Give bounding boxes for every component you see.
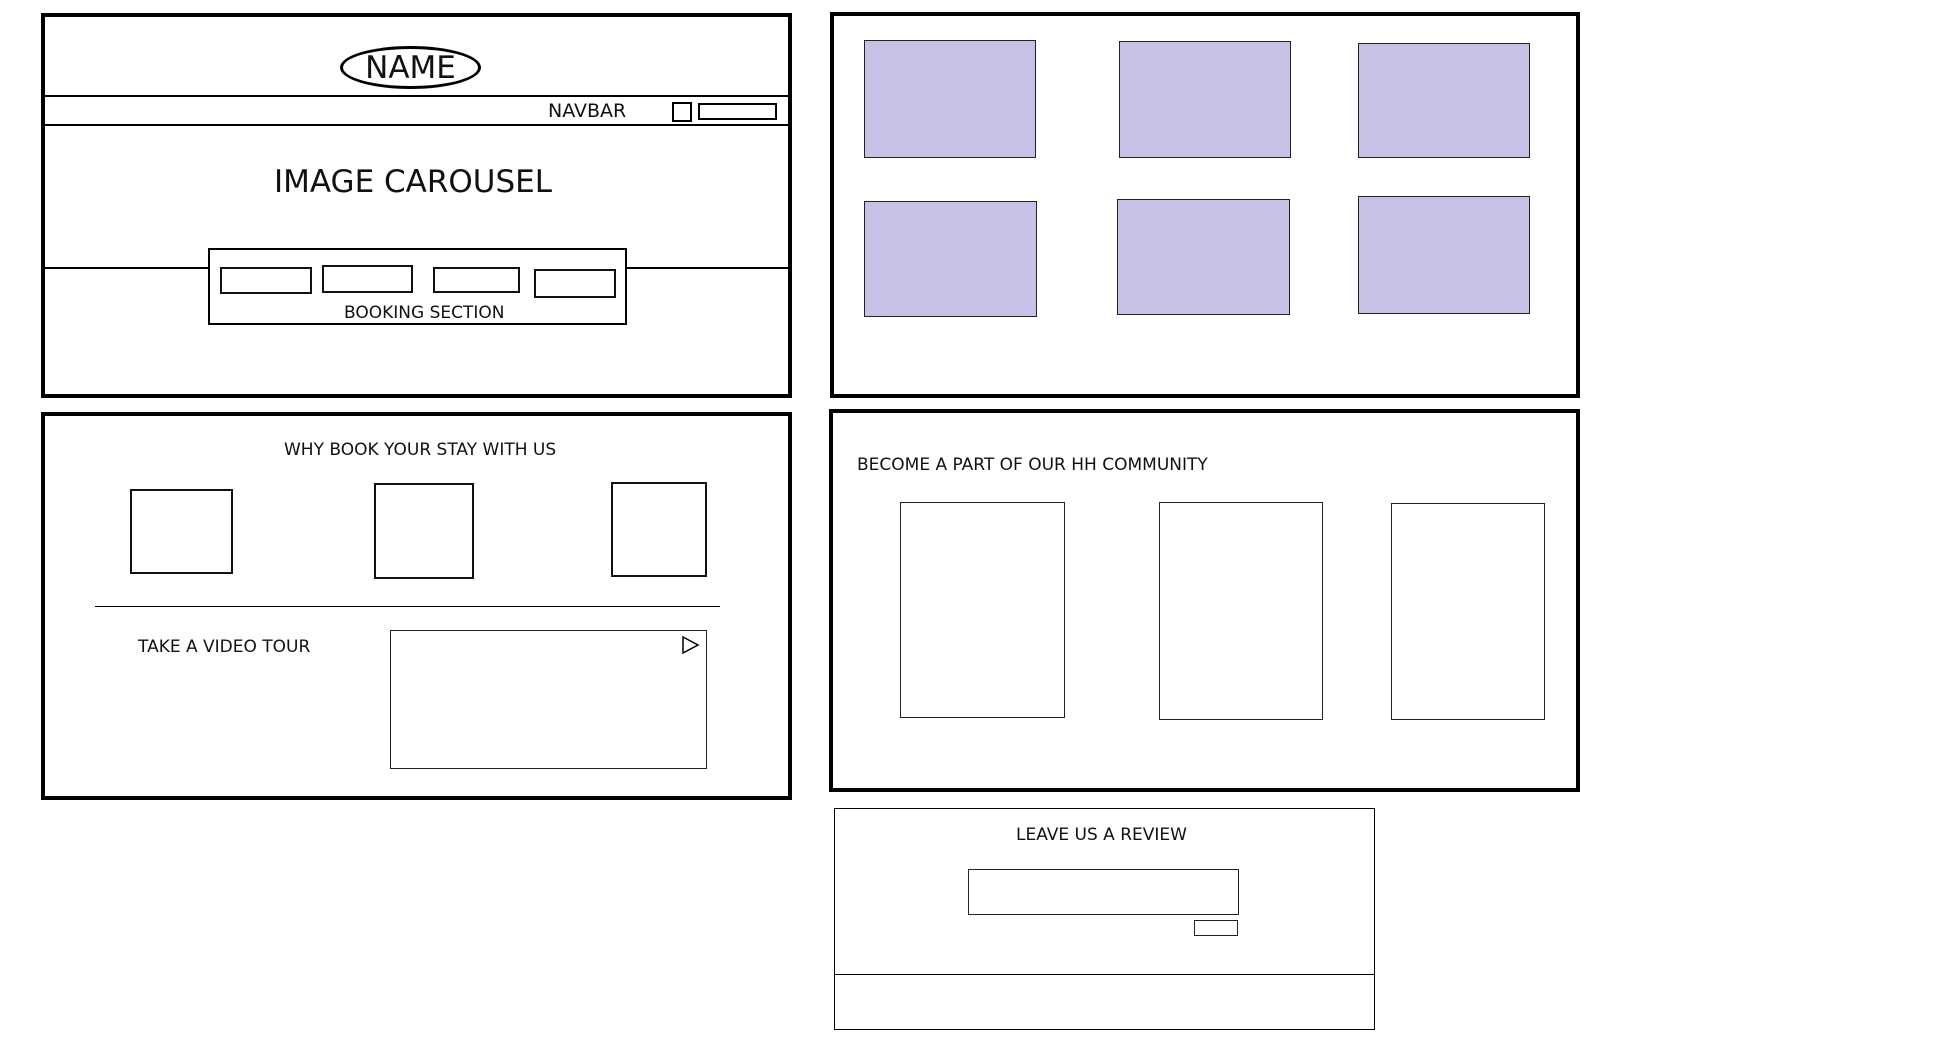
booking-submit-button[interactable] (534, 269, 616, 298)
why-feature-card-3 (611, 482, 707, 577)
gallery-image-6[interactable] (1358, 196, 1530, 314)
gallery-image-5[interactable] (1117, 199, 1290, 315)
review-title: LEAVE US A REVIEW (1016, 825, 1187, 845)
review-submit-button[interactable] (1194, 920, 1238, 936)
booking-field-2[interactable] (322, 265, 413, 293)
community-card-1[interactable] (900, 502, 1065, 718)
site-name-label: NAME (365, 49, 456, 86)
booking-field-1[interactable] (220, 267, 312, 294)
why-feature-card-2 (374, 483, 474, 579)
navbar-search-input[interactable] (698, 103, 777, 120)
booking-line-left (43, 267, 209, 269)
community-card-2[interactable] (1159, 502, 1323, 720)
why-section-divider (95, 606, 720, 607)
gallery-image-2[interactable] (1119, 41, 1291, 158)
footer-divider (835, 974, 1375, 975)
community-title: BECOME A PART OF OUR HH COMMUNITY (857, 455, 1208, 475)
video-tour-label: TAKE A VIDEO TOUR (138, 637, 311, 657)
play-icon[interactable] (679, 634, 701, 656)
navbar-label: NAVBAR (548, 100, 627, 122)
community-card-3[interactable] (1391, 503, 1545, 720)
why-book-title: WHY BOOK YOUR STAY WITH US (284, 440, 557, 460)
booking-section-label: BOOKING SECTION (344, 303, 505, 323)
review-text-input[interactable] (968, 869, 1239, 915)
navbar-top-line (43, 95, 790, 97)
site-name-logo[interactable]: NAME (340, 46, 481, 89)
image-carousel-label: IMAGE CAROUSEL (274, 164, 553, 200)
booking-field-3[interactable] (433, 267, 520, 293)
booking-line-right (627, 267, 790, 269)
gallery-image-3[interactable] (1358, 43, 1530, 158)
video-player[interactable] (390, 630, 707, 769)
navbar-icon-button[interactable] (672, 102, 692, 122)
gallery-image-4[interactable] (864, 201, 1037, 317)
why-feature-card-1 (130, 489, 233, 574)
gallery-image-1[interactable] (864, 40, 1036, 158)
navbar-bottom-line (43, 124, 792, 126)
